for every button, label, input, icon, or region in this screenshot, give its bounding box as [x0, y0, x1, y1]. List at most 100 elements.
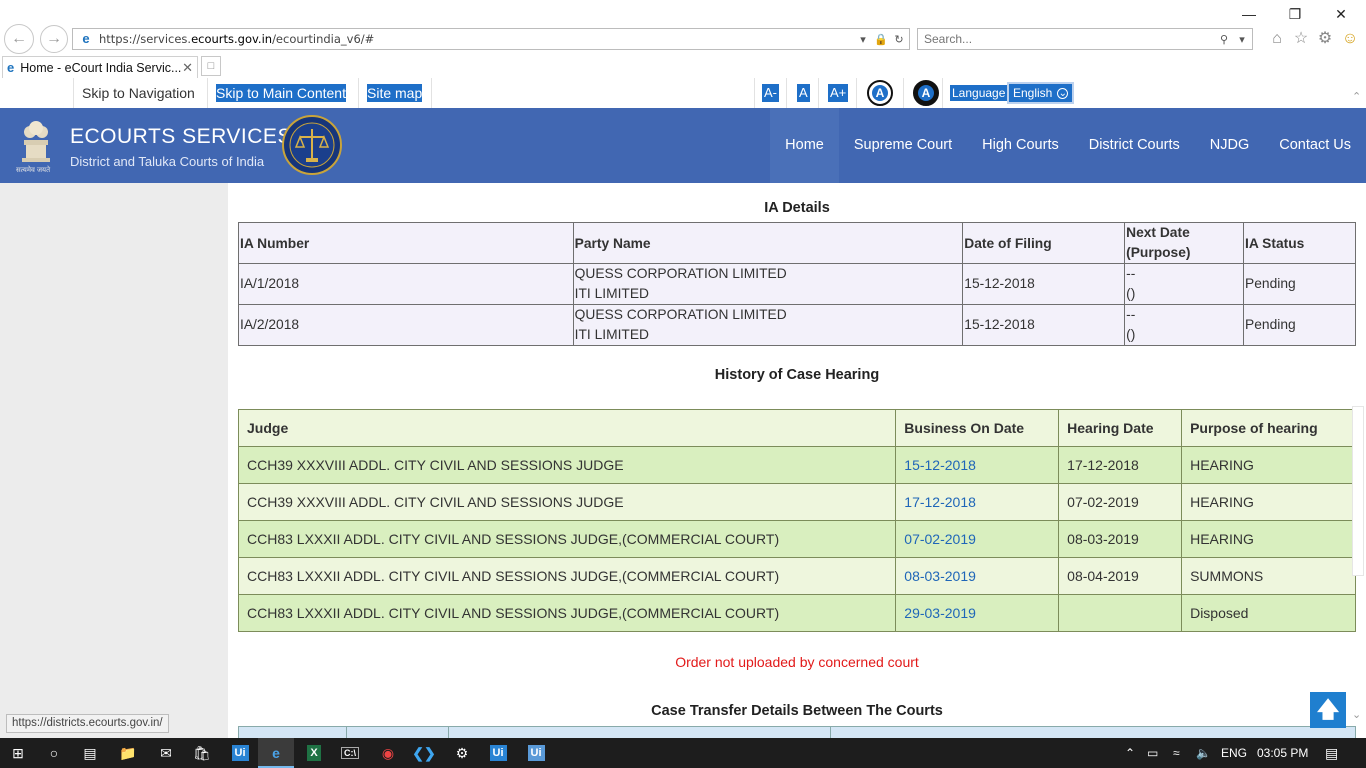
purpose: HEARING [1181, 446, 1356, 484]
address-bar[interactable]: e https://services.ecourts.gov.in/ecourt… [72, 28, 910, 50]
scroll-up-icon[interactable]: ⌃ [1352, 90, 1361, 103]
lock-icon[interactable]: 🔒 [873, 33, 889, 46]
business-date-link[interactable]: 17-12-2018 [904, 494, 976, 510]
font-decrease-button[interactable]: A- [762, 84, 779, 102]
ia-status: Pending [1243, 304, 1356, 346]
search-button[interactable]: ○ [36, 738, 72, 768]
history-title: History of Case Hearing [714, 367, 880, 383]
nav-high-courts[interactable]: High Courts [967, 108, 1074, 183]
nav-district-courts[interactable]: District Courts [1074, 108, 1195, 183]
font-normal-button[interactable]: A [797, 84, 810, 102]
vertical-scrollbar[interactable]: ⌃ ⌄ [1349, 88, 1366, 728]
new-tab-button[interactable]: □ [201, 56, 221, 76]
site-title[interactable]: ECOURTS SERVICES [70, 125, 292, 149]
ie-favicon-icon: e [82, 31, 90, 46]
search-input[interactable] [924, 32, 1216, 46]
language-select[interactable]: English ⌄ [1007, 82, 1075, 104]
taskbar-file-explorer[interactable]: 📁 [110, 738, 146, 768]
restore-button[interactable]: ❐ [1272, 0, 1318, 28]
taskbar-mail[interactable]: ✉ [148, 738, 184, 768]
nav-supreme-court[interactable]: Supreme Court [839, 108, 967, 183]
site-header: सत्यमेव जयते ECOURTS SERVICES District a… [0, 108, 1366, 183]
input-language[interactable]: ENG [1221, 738, 1247, 768]
battery-icon[interactable]: ▭ [1147, 738, 1158, 768]
task-view-button[interactable]: ▤ [72, 738, 108, 768]
table-row: CCH83 LXXXII ADDL. CITY CIVIL AND SESSIO… [237, 557, 1356, 595]
refresh-icon[interactable]: ↻ [891, 33, 907, 46]
next-date: -- () [1124, 263, 1245, 305]
font-increase-button[interactable]: A+ [828, 84, 849, 102]
scrollbar-thumb[interactable] [1352, 406, 1364, 576]
wifi-icon[interactable]: ≈ [1173, 738, 1180, 768]
action-center-icon[interactable]: ▤ [1325, 738, 1338, 768]
search-icon[interactable]: ⚲ [1216, 33, 1232, 46]
arrow-right-icon: → [46, 30, 62, 47]
back-button[interactable]: ← [4, 24, 34, 54]
nav-home[interactable]: Home [770, 108, 839, 183]
task-view-icon: ▤ [83, 745, 97, 761]
url-path: /ecourtindia_v6/# [272, 32, 375, 46]
minimize-icon: — [1242, 6, 1256, 22]
table-row: CCH83 LXXXII ADDL. CITY CIVIL AND SESSIO… [237, 520, 1356, 558]
normal-contrast-button[interactable]: A [867, 80, 893, 106]
language-label: Language [950, 85, 1008, 101]
judge: CCH39 XXXVIII ADDL. CITY CIVIL AND SESSI… [237, 483, 897, 521]
forward-button[interactable]: → [40, 25, 68, 53]
taskbar-uipath[interactable]: Ui [222, 738, 258, 768]
nav-njdg[interactable]: NJDG [1195, 108, 1264, 183]
search-box[interactable]: ⚲ ▾ [917, 28, 1253, 50]
scroll-down-icon[interactable]: ⌄ [1352, 708, 1361, 721]
scroll-to-top-button[interactable]: 🡅 [1310, 692, 1346, 728]
next-date-value: -- [1126, 307, 1136, 322]
taskbar-settings[interactable]: ⚙ [444, 738, 480, 768]
show-hidden-icons-button[interactable]: ⌃ [1125, 738, 1135, 768]
high-contrast-button[interactable]: A [913, 80, 939, 106]
table-header-row: Judge Business On Date Hearing Date Purp… [237, 409, 1356, 447]
tab-close-icon[interactable]: ✕ [182, 60, 193, 76]
address-url[interactable]: https://services.ecourts.gov.in/ecourtin… [99, 32, 855, 46]
browser-tab-active[interactable]: e Home - eCourt India Servic... ✕ [2, 56, 198, 78]
taskbar-uipath-2[interactable]: Ui [480, 738, 516, 768]
skip-navigation-label: Skip to Navigation [82, 85, 195, 101]
home-icon[interactable]: ⌂ [1267, 28, 1287, 50]
hearing-date: 07-02-2019 [1058, 483, 1183, 521]
business-date-cell: 29-03-2019 [895, 594, 1060, 632]
arrow-up-icon: 🡅 [1316, 697, 1340, 722]
business-date-link[interactable]: 15-12-2018 [904, 457, 976, 473]
site-map-link[interactable]: Site map [358, 78, 430, 108]
taskbar-store[interactable]: 🛍 [184, 738, 220, 768]
favorites-star-icon[interactable]: ☆ [1291, 28, 1311, 50]
search-dropdown-icon[interactable]: ▾ [1234, 33, 1250, 46]
col-party-name: Party Name [572, 222, 964, 264]
divider [786, 78, 787, 108]
taskbar-excel[interactable]: X [296, 738, 332, 768]
close-window-button[interactable]: ✕ [1318, 0, 1364, 28]
gear-icon[interactable]: ⚙ [1315, 28, 1335, 50]
gear-icon: ⚙ [455, 745, 469, 761]
taskbar-vscode[interactable]: ❮❯ [406, 738, 442, 768]
transfer-title: Case Transfer Details Between The Courts [651, 703, 943, 719]
minimize-button[interactable]: — [1226, 0, 1272, 28]
volume-icon[interactable]: 🔈 [1196, 738, 1211, 768]
smiley-feedback-icon[interactable]: ☺ [1340, 28, 1360, 50]
skip-main-content-link[interactable]: Skip to Main Content [207, 78, 354, 108]
col-judge: Judge [237, 409, 897, 447]
dropdown-arrow-icon[interactable]: ▾ [855, 33, 871, 46]
skip-navigation-link[interactable]: Skip to Navigation [73, 78, 203, 108]
business-date-link[interactable]: 07-02-2019 [904, 531, 976, 547]
col-business-on-date: Business On Date [895, 409, 1060, 447]
url-domain: ecourts.gov.in [191, 32, 273, 46]
ecourts-seal-logo [282, 115, 342, 175]
taskbar-chrome[interactable]: ◉ [370, 738, 406, 768]
col-hearing-date: Hearing Date [1058, 409, 1183, 447]
ia-status: Pending [1243, 263, 1356, 305]
taskbar-internet-explorer[interactable]: e [258, 738, 294, 768]
taskbar-cmd[interactable]: C:\ [332, 738, 368, 768]
business-date-link[interactable]: 29-03-2019 [904, 605, 976, 621]
business-date-link[interactable]: 08-03-2019 [904, 568, 976, 584]
start-button[interactable]: ⊞ [0, 738, 36, 768]
taskbar-uipath-3[interactable]: Ui [518, 738, 554, 768]
party-line: QUESS CORPORATION LIMITED [574, 266, 787, 281]
table-row: IA/2/2018 QUESS CORPORATION LIMITED ITI L… [238, 304, 1356, 346]
clock-time[interactable]: 03:05 PM [1257, 738, 1308, 768]
